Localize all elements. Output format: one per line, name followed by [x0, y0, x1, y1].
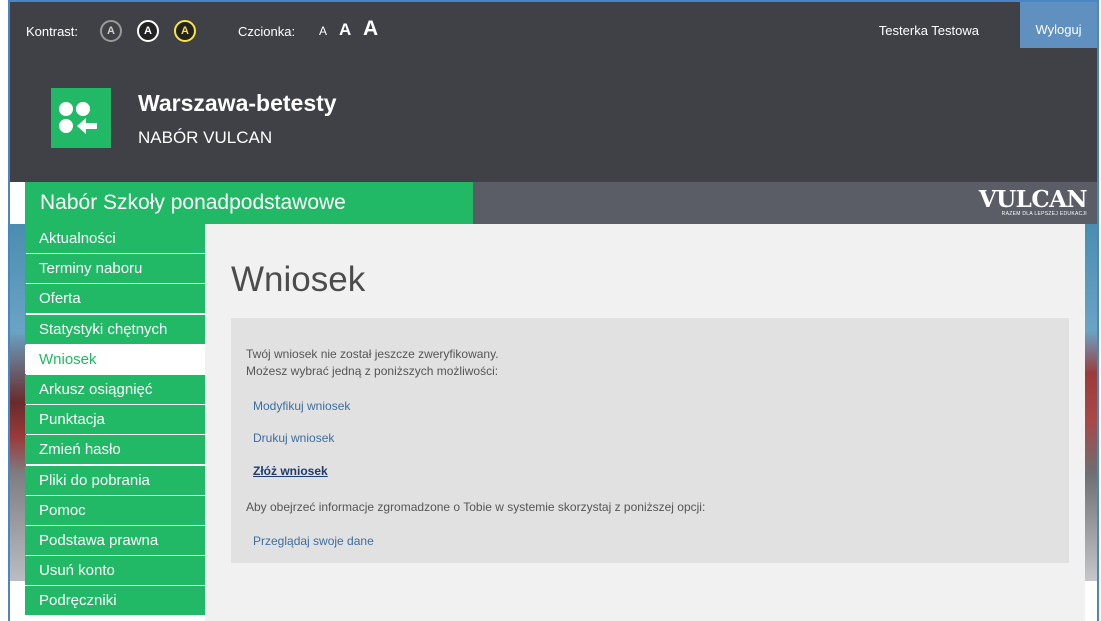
main-content: Wniosek Twój wniosek nie został jeszcze …	[205, 224, 1085, 621]
sidebar-item-aktualnosci[interactable]: Aktualności	[25, 224, 205, 253]
banner-grey-strip: VULCAN RAZEM DLA LEPSZEJ EDUKACJI	[473, 182, 1097, 224]
app-logo-icon	[51, 88, 111, 148]
user-name: Testerka Testowa	[878, 23, 979, 38]
sidebar-item-wniosek[interactable]: Wniosek	[25, 344, 205, 374]
page-title: Wniosek	[231, 260, 366, 299]
sidebar-item-podreczniki[interactable]: Podręczniki	[25, 586, 205, 616]
site-title: Warszawa-betesty	[138, 90, 337, 116]
font-large-button[interactable]: A	[363, 17, 378, 41]
contrast-black-white-button[interactable]: A	[137, 20, 159, 42]
print-application-link[interactable]: Drukuj wniosek	[253, 431, 334, 445]
header-bar: Kontrast: A A A Czcionka: A A A Testerka…	[10, 2, 1097, 182]
sidebar-item-terminy-naboru[interactable]: Terminy naboru	[25, 254, 205, 284]
modify-application-link[interactable]: Modyfikuj wniosek	[253, 399, 350, 413]
contrast-yellow-button[interactable]: A	[174, 20, 196, 42]
font-small-button[interactable]: A	[319, 24, 327, 38]
window-frame-right	[1097, 0, 1099, 621]
status-text: Twój wniosek nie został jeszcze zweryfik…	[246, 347, 499, 361]
sidebar-item-arkusz-osiagniec[interactable]: Arkusz osiągnięć	[25, 374, 205, 404]
sidebar-item-oferta[interactable]: Oferta	[25, 284, 205, 314]
sidebar-item-statystyki-chetnych[interactable]: Statystyki chętnych	[25, 314, 205, 344]
font-medium-button[interactable]: A	[339, 20, 351, 40]
info-text: Aby obejrzeć informacje zgromadzone o To…	[246, 500, 706, 514]
sidebar-item-zmien-haslo[interactable]: Zmień hasło	[25, 435, 205, 465]
submit-application-link[interactable]: Złóż wniosek	[253, 464, 328, 478]
sidebar-item-podstawa-prawna[interactable]: Podstawa prawna	[25, 525, 205, 555]
contrast-label: Kontrast:	[26, 24, 79, 39]
font-size-label: Czcionka:	[238, 24, 296, 39]
contrast-normal-button[interactable]: A	[100, 20, 122, 42]
sidebar-item-pliki-do-pobrania[interactable]: Pliki do pobrania	[25, 465, 205, 495]
sidebar-item-punktacja[interactable]: Punktacja	[25, 405, 205, 435]
application-panel: Twój wniosek nie został jeszcze zweryfik…	[231, 318, 1069, 563]
browse-data-link[interactable]: Przeglądaj swoje dane	[253, 534, 374, 548]
site-subtitle: NABÓR VULCAN	[138, 128, 273, 147]
sidebar-item-usun-konto[interactable]: Usuń konto	[25, 556, 205, 586]
options-text: Możesz wybrać jedną z poniższych możliwo…	[246, 364, 499, 378]
sidebar-item-pomoc[interactable]: Pomoc	[25, 495, 205, 525]
vulcan-logo: VULCAN RAZEM DLA LEPSZEJ EDUKACJI	[978, 186, 1088, 217]
background-photo-right	[1085, 224, 1097, 581]
sidebar-menu: Aktualności Terminy naboru Oferta Statys…	[25, 224, 205, 616]
background-photo-left	[10, 224, 26, 581]
recruitment-banner-title: Nabór Szkoły ponadpodstawowe	[25, 182, 473, 224]
logout-button[interactable]: Wyloguj	[1020, 2, 1097, 48]
